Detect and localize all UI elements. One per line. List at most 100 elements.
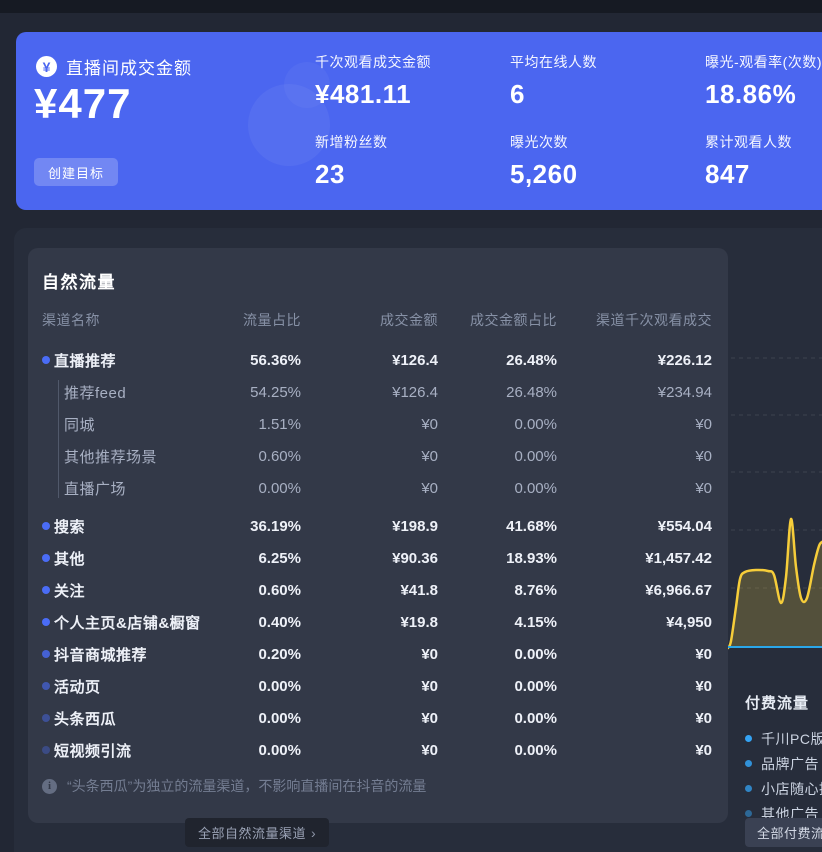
- traffic-share-cell: 36.19%: [201, 518, 301, 535]
- channel-dot: [42, 586, 50, 594]
- subrow-connector-line: [58, 380, 59, 498]
- table-header-row: 渠道名称 流量占比 成交金额 成交金额占比 渠道千次观看成交: [28, 310, 728, 330]
- legend-label: 千川PC版: [761, 729, 822, 749]
- gmv-share-cell: 0.00%: [438, 710, 557, 727]
- hero-main-label: 直播间成交金额: [66, 54, 192, 79]
- metric-value: 23: [315, 159, 505, 190]
- table-row[interactable]: 头条西瓜 0.00% ¥0 0.00% ¥0: [28, 702, 728, 734]
- paid-legend-item[interactable]: 品牌广告: [745, 751, 822, 776]
- metric-exposures: 曝光次数 5,260: [510, 132, 700, 190]
- gmv-cell: ¥126.4: [301, 352, 438, 369]
- paid-legend-item[interactable]: 小店随心推: [745, 776, 822, 801]
- footnote-text: “头条西瓜”为独立的流量渠道，不影响直播间在抖音的流量: [67, 776, 426, 796]
- legend-dot-icon: [745, 785, 752, 792]
- traffic-share-cell: 0.60%: [201, 582, 301, 599]
- channel-dot: [42, 356, 50, 364]
- column-header-gmv: 成交金额: [301, 310, 438, 330]
- top-window-strip: [0, 0, 822, 13]
- gmv-cell: ¥41.8: [301, 582, 438, 599]
- gpm-cell: ¥0: [557, 742, 712, 759]
- table-row[interactable]: 推荐feed 54.25% ¥126.4 26.48% ¥234.94: [28, 376, 728, 408]
- metric-gpm: 千次观看成交金额 ¥481.11: [315, 52, 505, 110]
- metric-exposure-view-rate: 曝光-观看率(次数) 18.86%: [705, 52, 822, 110]
- table-row[interactable]: 搜索 36.19% ¥198.9 41.68% ¥554.04: [28, 510, 728, 542]
- metric-label: 曝光-观看率(次数): [705, 52, 822, 72]
- table-row[interactable]: 其他 6.25% ¥90.36 18.93% ¥1,457.42: [28, 542, 728, 574]
- gmv-share-cell: 0.00%: [438, 646, 557, 663]
- traffic-share-cell: 0.40%: [201, 614, 301, 631]
- legend-dot-icon: [745, 810, 752, 817]
- table-row[interactable]: 抖音商城推荐 0.20% ¥0 0.00% ¥0: [28, 638, 728, 670]
- channel-dot: [42, 714, 50, 722]
- table-row[interactable]: 其他推荐场景 0.60% ¥0 0.00% ¥0: [28, 440, 728, 472]
- legend-label: 小店随心推: [761, 779, 822, 799]
- metric-total-viewers: 累计观看人数 847: [705, 132, 822, 190]
- yen-circle-icon: ¥: [36, 56, 57, 77]
- metric-label: 平均在线人数: [510, 52, 700, 72]
- gmv-cell: ¥0: [301, 678, 438, 695]
- gmv-cell: ¥126.4: [301, 384, 438, 401]
- live-gmv-hero-card: ¥ 直播间成交金额 ¥477 创建目标 千次观看成交金额 ¥481.11 平均在…: [16, 32, 822, 210]
- channel-dot: [42, 554, 50, 562]
- table-row[interactable]: 活动页 0.00% ¥0 0.00% ¥0: [28, 670, 728, 702]
- table-row[interactable]: 关注 0.60% ¥41.8 8.76% ¥6,966.67: [28, 574, 728, 606]
- gmv-share-cell: 0.00%: [438, 416, 557, 433]
- traffic-share-cell: 0.20%: [201, 646, 301, 663]
- column-header-gmv-share: 成交金额占比: [438, 310, 557, 330]
- gpm-cell: ¥6,966.67: [557, 582, 712, 599]
- dashboard-page: ¥ 直播间成交金额 ¥477 创建目标 千次观看成交金额 ¥481.11 平均在…: [0, 0, 822, 852]
- legend-label: 品牌广告: [761, 754, 819, 774]
- create-goal-button[interactable]: 创建目标: [34, 158, 118, 186]
- paid-traffic-legend: 千川PC版 品牌广告 小店随心推 其他广告: [745, 726, 822, 826]
- gmv-cell: ¥0: [301, 710, 438, 727]
- channel-name: 个人主页&店铺&橱窗: [54, 615, 201, 632]
- metric-value: ¥481.11: [315, 79, 505, 110]
- all-natural-channels-button[interactable]: 全部自然流量渠道 ›: [185, 818, 329, 847]
- gmv-share-cell: 0.00%: [438, 448, 557, 465]
- channel-name: 其他推荐场景: [64, 449, 157, 466]
- metric-label: 累计观看人数: [705, 132, 822, 152]
- gpm-cell: ¥234.94: [557, 384, 712, 401]
- table-row[interactable]: 直播广场 0.00% ¥0 0.00% ¥0: [28, 472, 728, 504]
- gmv-share-cell: 41.68%: [438, 518, 557, 535]
- channel-dot: [42, 682, 50, 690]
- gmv-share-cell: 26.48%: [438, 384, 557, 401]
- gmv-cell: ¥0: [301, 448, 438, 465]
- traffic-share-cell: 0.00%: [201, 480, 301, 497]
- gmv-cell: ¥198.9: [301, 518, 438, 535]
- column-header-traffic-share: 流量占比: [201, 310, 301, 330]
- paid-legend-item[interactable]: 千川PC版: [745, 726, 822, 751]
- gpm-cell: ¥554.04: [557, 518, 712, 535]
- gpm-cell: ¥1,457.42: [557, 550, 712, 567]
- traffic-share-cell: 56.36%: [201, 352, 301, 369]
- channel-name: 抖音商城推荐: [54, 647, 147, 664]
- channel-name: 直播推荐: [54, 353, 116, 370]
- table-row[interactable]: 同城 1.51% ¥0 0.00% ¥0: [28, 408, 728, 440]
- table-row[interactable]: 短视频引流 0.00% ¥0 0.00% ¥0: [28, 734, 728, 766]
- column-header-channel: 渠道名称: [28, 310, 201, 330]
- metric-value: 847: [705, 159, 822, 190]
- gpm-cell: ¥0: [557, 646, 712, 663]
- channel-dot: [42, 618, 50, 626]
- hero-main-value: ¥477: [34, 80, 131, 128]
- table-body: 直播推荐 56.36% ¥126.4 26.48% ¥226.12 推荐feed…: [28, 344, 728, 766]
- gpm-cell: ¥0: [557, 416, 712, 433]
- gmv-cell: ¥0: [301, 480, 438, 497]
- metric-label: 曝光次数: [510, 132, 700, 152]
- gmv-share-cell: 4.15%: [438, 614, 557, 631]
- metric-value: 18.86%: [705, 79, 822, 110]
- traffic-share-cell: 6.25%: [201, 550, 301, 567]
- all-natural-channels-label: 全部自然流量渠道: [198, 823, 306, 842]
- traffic-share-cell: 0.00%: [201, 678, 301, 695]
- metric-label: 新增粉丝数: [315, 132, 505, 152]
- table-row[interactable]: 直播推荐 56.36% ¥126.4 26.48% ¥226.12: [28, 344, 728, 376]
- gmv-share-cell: 26.48%: [438, 352, 557, 369]
- all-paid-channels-button[interactable]: 全部付费流量渠道: [745, 818, 822, 847]
- traffic-trend-chart: [728, 335, 822, 665]
- channel-name: 短视频引流: [54, 743, 132, 760]
- channel-dot: [42, 746, 50, 754]
- gpm-cell: ¥0: [557, 448, 712, 465]
- table-row[interactable]: 个人主页&店铺&橱窗 0.40% ¥19.8 4.15% ¥4,950: [28, 606, 728, 638]
- gpm-cell: ¥226.12: [557, 352, 712, 369]
- channel-name: 同城: [64, 417, 95, 434]
